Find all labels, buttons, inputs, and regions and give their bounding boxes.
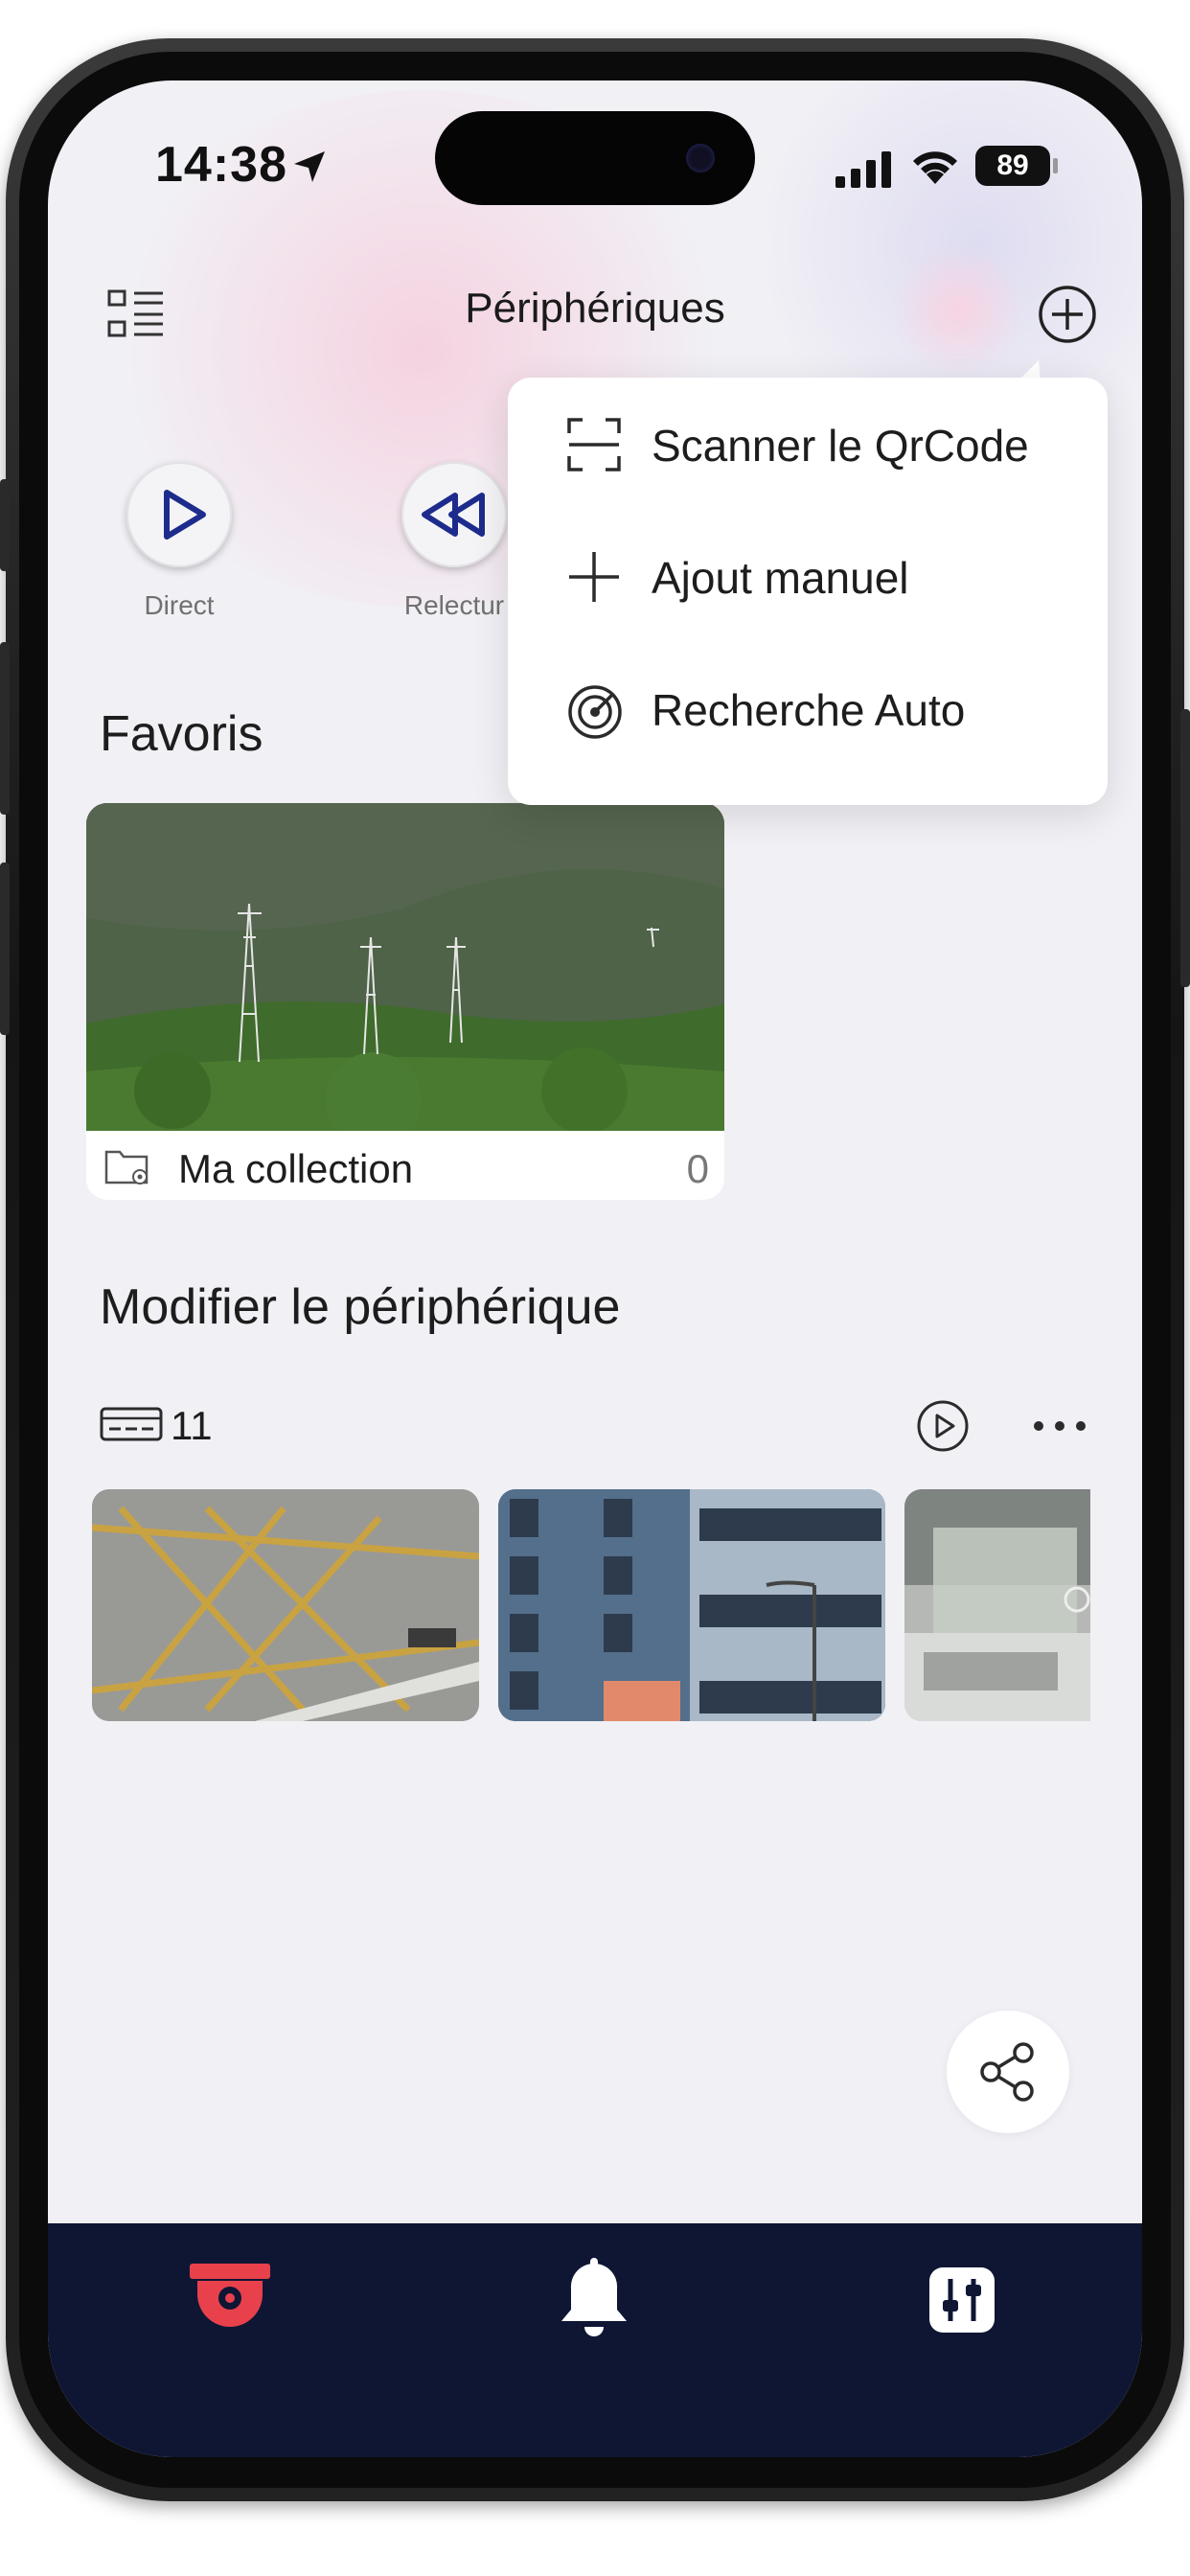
battery-tip (1053, 158, 1058, 173)
folder-star-icon (104, 1150, 149, 1184)
menu-label: Recherche Auto (652, 685, 966, 735)
device-thumbnail[interactable] (498, 1489, 885, 1721)
favorites-title: Favoris (100, 706, 263, 762)
page-title: Périphériques (465, 285, 725, 332)
camera-icon (190, 2264, 270, 2327)
battery-indicator: 89 (975, 146, 1050, 186)
status-time: 14:38 (155, 137, 287, 193)
parking-lot-image (92, 1489, 479, 1721)
sliders-icon (929, 2267, 995, 2333)
play-icon (164, 490, 206, 540)
add-device-icon[interactable] (1037, 284, 1098, 345)
device-count: 11 (171, 1403, 213, 1448)
side-button (0, 642, 10, 815)
favorite-collection-card[interactable]: Ma collection 0 (86, 803, 724, 1200)
menu-item-auto-search[interactable]: Recherche Auto (508, 642, 1108, 774)
tab-settings[interactable] (914, 2252, 1010, 2348)
add-device-menu: Scanner le QrCode Ajout manuel Recherche… (508, 378, 1108, 805)
qr-scan-icon (567, 418, 621, 472)
wifi-icon (913, 151, 957, 184)
collection-count: 0 (686, 1146, 709, 1191)
front-camera (686, 144, 715, 172)
radar-icon (568, 685, 622, 739)
nvr-device-icon (100, 1407, 163, 1441)
location-arrow-icon (294, 151, 325, 182)
devices-title: Modifier le périphérique (100, 1279, 621, 1335)
playback-button[interactable] (401, 462, 507, 567)
rewind-icon (422, 493, 485, 537)
direct-label: Direct (144, 590, 215, 620)
plus-icon (569, 552, 619, 602)
side-button (0, 862, 10, 1035)
bell-icon (561, 2258, 627, 2336)
menu-label: Scanner le QrCode (652, 421, 1029, 471)
more-options-icon[interactable] (1031, 1416, 1088, 1436)
building-image (498, 1489, 885, 1721)
mountain-towers-image (86, 803, 724, 1148)
tab-bar (48, 2223, 1142, 2457)
device-thumbnail[interactable] (92, 1489, 479, 1721)
collection-thumbnail (86, 803, 724, 1148)
menu-item-scan-qrcode[interactable]: Scanner le QrCode (508, 378, 1108, 510)
share-icon (980, 2042, 1034, 2102)
app-screen: 14:38 89 Périphériques Direct Relectur F… (48, 80, 1142, 2457)
menu-label: Ajout manuel (652, 553, 909, 603)
play-all-icon[interactable] (916, 1399, 970, 1453)
side-button (0, 479, 10, 571)
tab-notifications[interactable] (546, 2252, 642, 2348)
share-button[interactable] (947, 2011, 1069, 2133)
direct-button[interactable] (126, 462, 232, 567)
device-thumbnail[interactable] (904, 1489, 1090, 1721)
cellular-signal-icon (835, 151, 891, 188)
menu-item-manual-add[interactable]: Ajout manuel (508, 510, 1108, 642)
collection-label: Ma collection (178, 1146, 414, 1191)
side-button (1180, 709, 1190, 987)
office-interior-image (904, 1489, 1090, 1721)
tab-devices[interactable] (182, 2252, 278, 2348)
